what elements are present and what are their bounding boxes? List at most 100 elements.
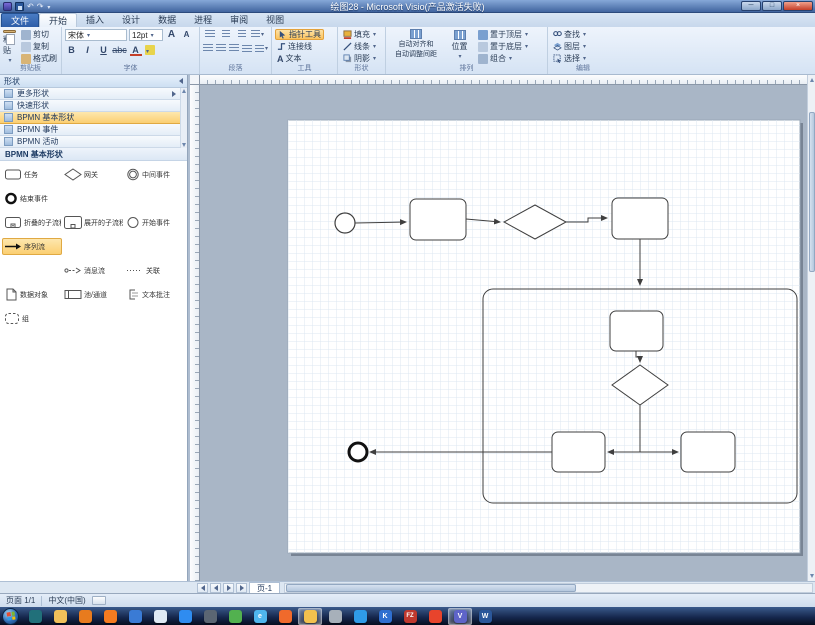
fill-button[interactable]: 填充 — [341, 29, 378, 40]
diagram-node-start-event[interactable] — [335, 213, 355, 233]
taskbar-icon-app-blue[interactable] — [123, 608, 147, 625]
stencil-shape-end-event[interactable]: 结束事件 — [2, 190, 62, 207]
undo-icon[interactable]: ↶ — [27, 2, 34, 11]
diagram-node-task-3[interactable] — [610, 311, 663, 351]
stencil-shape-collapsed-subprocess[interactable]: 折叠的子流程 — [2, 214, 62, 231]
font-color-button[interactable]: A — [129, 44, 142, 55]
stencil-shape-sequence-flow[interactable]: 序列流 — [2, 238, 62, 255]
page-tab[interactable]: 页-1 — [249, 582, 280, 593]
visio-app-icon[interactable] — [3, 2, 12, 11]
decrease-font-icon[interactable]: A — [180, 29, 193, 40]
increase-font-icon[interactable]: A — [165, 29, 178, 40]
italic-button[interactable]: I — [81, 44, 94, 55]
save-icon[interactable] — [15, 2, 24, 11]
highlight-button[interactable] — [145, 45, 155, 55]
stencil-shape-association[interactable]: 关联 — [124, 262, 186, 279]
taskbar-icon-sogou[interactable] — [423, 608, 447, 625]
page-indicator[interactable]: 页面 1/1 — [6, 595, 35, 606]
cut-button[interactable]: 剪切 — [19, 29, 59, 40]
font-size-select[interactable]: 12pt — [129, 29, 163, 41]
taskbar-icon-filezilla[interactable]: FZ — [398, 608, 422, 625]
align-center-icon[interactable] — [216, 43, 226, 54]
previous-page-button[interactable] — [210, 583, 221, 593]
stencil-shape-intermediate-event[interactable]: 中间事件 — [124, 166, 186, 183]
line-spacing-icon[interactable] — [251, 29, 264, 40]
scroll-up-icon[interactable] — [810, 78, 814, 82]
strikethrough-button[interactable]: abc — [113, 44, 126, 55]
collapse-panel-icon[interactable] — [179, 78, 183, 84]
stencil-shape-gateway[interactable]: 网关 — [62, 166, 124, 183]
stencil-shape-message-flow[interactable]: 消息流 — [62, 262, 124, 279]
diagram-node-task-4[interactable] — [552, 432, 605, 472]
pointer-tool-button[interactable]: 指针工具 — [275, 29, 324, 40]
stencil-shape-pool-lane[interactable]: 池/通道 — [62, 286, 124, 303]
font-family-select[interactable]: 宋体 — [65, 29, 127, 41]
horizontal-scroll-thumb[interactable] — [286, 584, 576, 592]
start-button[interactable] — [2, 608, 19, 625]
taskbar-icon-folder[interactable] — [48, 608, 72, 625]
last-page-button[interactable] — [236, 583, 247, 593]
ime-icon[interactable] — [92, 596, 106, 605]
diagram-node-task-5[interactable] — [681, 432, 735, 472]
tab-home[interactable]: 开始 — [39, 13, 77, 27]
taskbar-icon-app-teal[interactable] — [23, 608, 47, 625]
copy-button[interactable]: 复制 — [19, 41, 59, 52]
taskbar-icon-media-player[interactable] — [73, 608, 97, 625]
taskbar-icon-firefox[interactable] — [98, 608, 122, 625]
tab-data[interactable]: 数据 — [149, 13, 185, 27]
vertical-scrollbar[interactable] — [807, 75, 815, 581]
vertical-ruler[interactable] — [190, 85, 200, 581]
minimize-button[interactable]: ─ — [741, 1, 761, 11]
tab-insert[interactable]: 插入 — [77, 13, 113, 27]
taskbar-icon-kugou[interactable]: K — [373, 608, 397, 625]
stencil-shape-data-object[interactable]: 数据对象 — [2, 286, 62, 303]
taskbar-icon-app-green[interactable] — [223, 608, 247, 625]
align-right-icon[interactable] — [229, 43, 239, 54]
section-quick-shapes[interactable]: 快速形状 — [0, 100, 180, 112]
bring-to-front-button[interactable]: 置于顶层 — [476, 29, 530, 40]
taskbar-icon-internet-explorer[interactable]: e — [248, 608, 272, 625]
language-indicator[interactable]: 中文(中国) — [48, 595, 85, 606]
vertical-scroll-thumb[interactable] — [809, 112, 815, 272]
send-to-back-button[interactable]: 置于底层 — [476, 41, 530, 52]
taskbar-icon-explorer-active[interactable] — [298, 608, 322, 625]
stencil-shape-text-annotation[interactable]: 文本批注 — [124, 286, 186, 303]
align-left-icon[interactable] — [203, 43, 213, 54]
diagram-node-task-2[interactable] — [612, 198, 668, 239]
section-bpmn-activities[interactable]: BPMN 活动 — [0, 136, 180, 148]
underline-button[interactable]: U — [97, 44, 110, 55]
taskbar-icon-visio[interactable]: V — [448, 608, 472, 625]
stencil-shape-expanded-subprocess[interactable]: 展开的子流程 — [62, 214, 124, 231]
maximize-button[interactable]: □ — [762, 1, 782, 11]
scroll-up-icon[interactable] — [182, 89, 186, 93]
taskbar-icon-document[interactable] — [148, 608, 172, 625]
drawing-canvas[interactable] — [200, 85, 807, 581]
taskbar-icon-app-silver[interactable] — [323, 608, 347, 625]
redo-icon[interactable]: ↷ — [37, 2, 44, 11]
line-button[interactable]: 线条 — [341, 41, 378, 52]
tab-file[interactable]: 文件 — [1, 13, 39, 27]
section-scrollbar[interactable] — [180, 88, 187, 148]
taskbar-icon-app-dark[interactable] — [198, 608, 222, 625]
section-bpmn-events[interactable]: BPMN 事件 — [0, 124, 180, 136]
taskbar-icon-baidu-netdisk[interactable] — [173, 608, 197, 625]
text-direction-icon[interactable] — [255, 43, 268, 54]
bold-button[interactable]: B — [65, 44, 78, 55]
stencil-shape-group[interactable]: 组 — [2, 310, 62, 327]
tab-review[interactable]: 审阅 — [221, 13, 257, 27]
indent-increase-icon[interactable] — [235, 29, 248, 40]
connector-tool-button[interactable]: 连接线 — [275, 41, 324, 52]
bullets-icon[interactable] — [203, 29, 216, 40]
first-page-button[interactable] — [197, 583, 208, 593]
horizontal-scrollbar[interactable] — [284, 583, 813, 593]
section-more-shapes[interactable]: 更多形状 — [0, 88, 180, 100]
tab-design[interactable]: 设计 — [113, 13, 149, 27]
stencil-shape-start-event[interactable]: 开始事件 — [124, 214, 186, 231]
tab-view[interactable]: 视图 — [257, 13, 293, 27]
close-button[interactable]: × — [783, 1, 813, 11]
indent-decrease-icon[interactable] — [219, 29, 232, 40]
taskbar-icon-word[interactable]: W — [473, 608, 497, 625]
next-page-button[interactable] — [223, 583, 234, 593]
find-button[interactable]: 查找 — [551, 29, 588, 40]
layers-button[interactable]: 图层 — [551, 41, 588, 52]
